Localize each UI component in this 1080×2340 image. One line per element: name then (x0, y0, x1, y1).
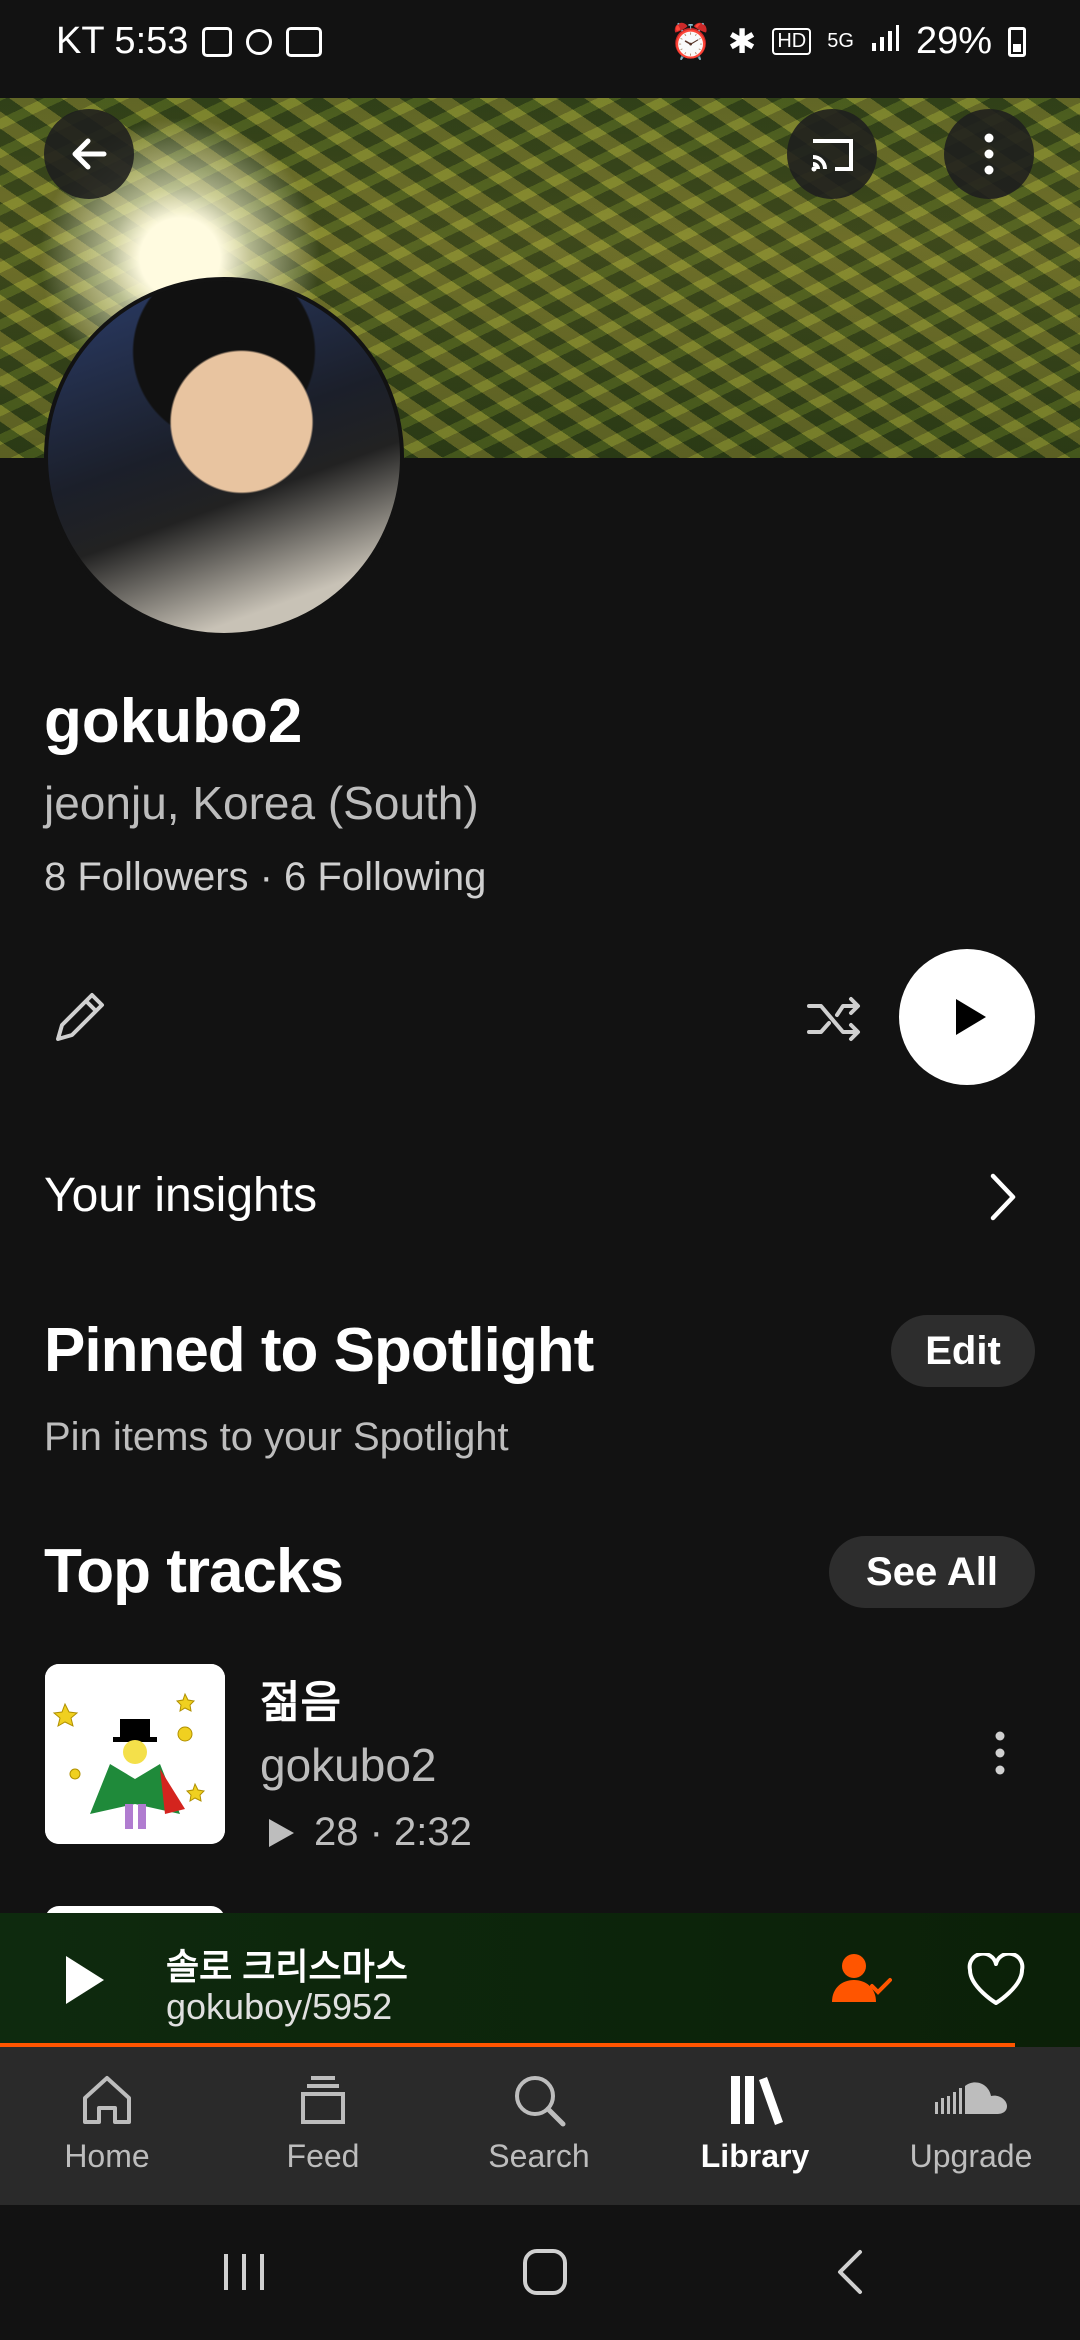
nav-item-upgrade[interactable]: Upgrade (881, 2070, 1061, 2175)
home-system-button[interactable] (522, 2248, 568, 2301)
nav-search-label: Search (488, 2138, 590, 2174)
back-button[interactable] (44, 109, 134, 199)
user-following-icon (832, 1954, 892, 2002)
profile-location: jeonju, Korea (South) (44, 777, 479, 829)
status-bar-right: ⏰ ✱ HD 5G 29% (670, 20, 1026, 63)
gallery-icon (202, 26, 233, 57)
cast-button[interactable] (787, 109, 877, 199)
home-icon (83, 2076, 131, 2124)
more-vertical-icon (995, 1731, 1005, 1775)
insights-label[interactable]: Your insights (44, 1168, 317, 1223)
signal-icon (870, 20, 900, 63)
edit-profile-button[interactable] (50, 985, 112, 1047)
play-icon (956, 999, 986, 1035)
follow-stats[interactable]: 8 Followers · 6 Following (44, 855, 486, 900)
play-count-icon (269, 1818, 294, 1847)
track-stats-row: 28 · 2:32 (266, 1810, 472, 1855)
spotlight-edit-button[interactable]: Edit (891, 1315, 1035, 1387)
spotlight-subtitle: Pin items to your Spotlight (44, 1415, 509, 1459)
status-bar-left: KT 5:53 (56, 20, 323, 63)
feed-icon (301, 2076, 345, 2124)
nav-upgrade-label: Upgrade (909, 2138, 1033, 2174)
home-square-icon (523, 2249, 567, 2295)
bluetooth-icon: ✱ (727, 22, 757, 61)
nav-item-search[interactable]: Search (449, 2070, 629, 2175)
mini-player-title[interactable]: 솔로 크리스마스 (166, 1938, 408, 1990)
recent-apps-button[interactable] (220, 2250, 268, 2299)
track-more-button[interactable] (993, 1730, 1007, 1781)
soundcloud-icon (935, 2082, 1007, 2114)
notification-icon (246, 28, 273, 55)
shuffle-button[interactable] (805, 990, 863, 1048)
search-icon (515, 2076, 566, 2127)
nav-item-home[interactable]: Home (17, 2070, 197, 2175)
nav-feed-label: Feed (286, 2138, 360, 2174)
carrier-time: KT 5:53 (56, 20, 189, 62)
like-button[interactable] (966, 1951, 1026, 2012)
track-artist[interactable]: gokubo2 (260, 1738, 437, 1792)
pencil-icon (56, 993, 104, 1041)
library-icon (731, 2076, 783, 2125)
shuffle-icon (807, 997, 860, 1041)
spotlight-title: Pinned to Spotlight (44, 1316, 594, 1385)
track-artwork-illustration (45, 1664, 225, 1844)
track-stats: 28 · 2:32 (314, 1810, 472, 1854)
nav-home-label: Home (64, 2138, 150, 2174)
chevron-right-icon[interactable] (988, 1172, 1018, 1227)
cast-icon (811, 139, 853, 172)
more-vertical-icon (984, 133, 994, 175)
mini-player-play-button[interactable] (62, 1953, 108, 2012)
arrow-left-icon (72, 138, 107, 170)
see-all-button[interactable]: See All (829, 1536, 1035, 1608)
webtoon-icon (286, 26, 323, 57)
nav-item-feed[interactable]: Feed (233, 2070, 413, 2175)
battery-icon (1008, 26, 1026, 57)
following-button[interactable] (832, 1950, 892, 2011)
avatar[interactable] (44, 277, 404, 637)
5g-icon: 5G (827, 30, 854, 52)
nav-library-label: Library (700, 2138, 810, 2174)
mini-player-artist[interactable]: gokuboy/5952 (166, 1986, 392, 2028)
nav-item-library[interactable]: Library (665, 2070, 845, 2175)
chevron-left-icon (838, 2250, 862, 2294)
battery-percent: 29% (915, 20, 992, 62)
alarm-icon: ⏰ (669, 22, 712, 61)
mini-player[interactable] (0, 1913, 1080, 2048)
top-tracks-title: Top tracks (44, 1537, 344, 1606)
track-title[interactable]: 젊음 (260, 1666, 341, 1730)
track-artwork[interactable] (45, 1664, 225, 1844)
more-options-button[interactable] (944, 109, 1034, 199)
recent-apps-icon (224, 2254, 264, 2290)
play-icon (66, 1956, 104, 2004)
system-back-button[interactable] (834, 2248, 866, 2301)
heart-icon (967, 1951, 1025, 2005)
hd-icon: HD (772, 28, 812, 55)
play-profile-button[interactable] (899, 949, 1035, 1085)
profile-username: gokubo2 (44, 687, 303, 756)
